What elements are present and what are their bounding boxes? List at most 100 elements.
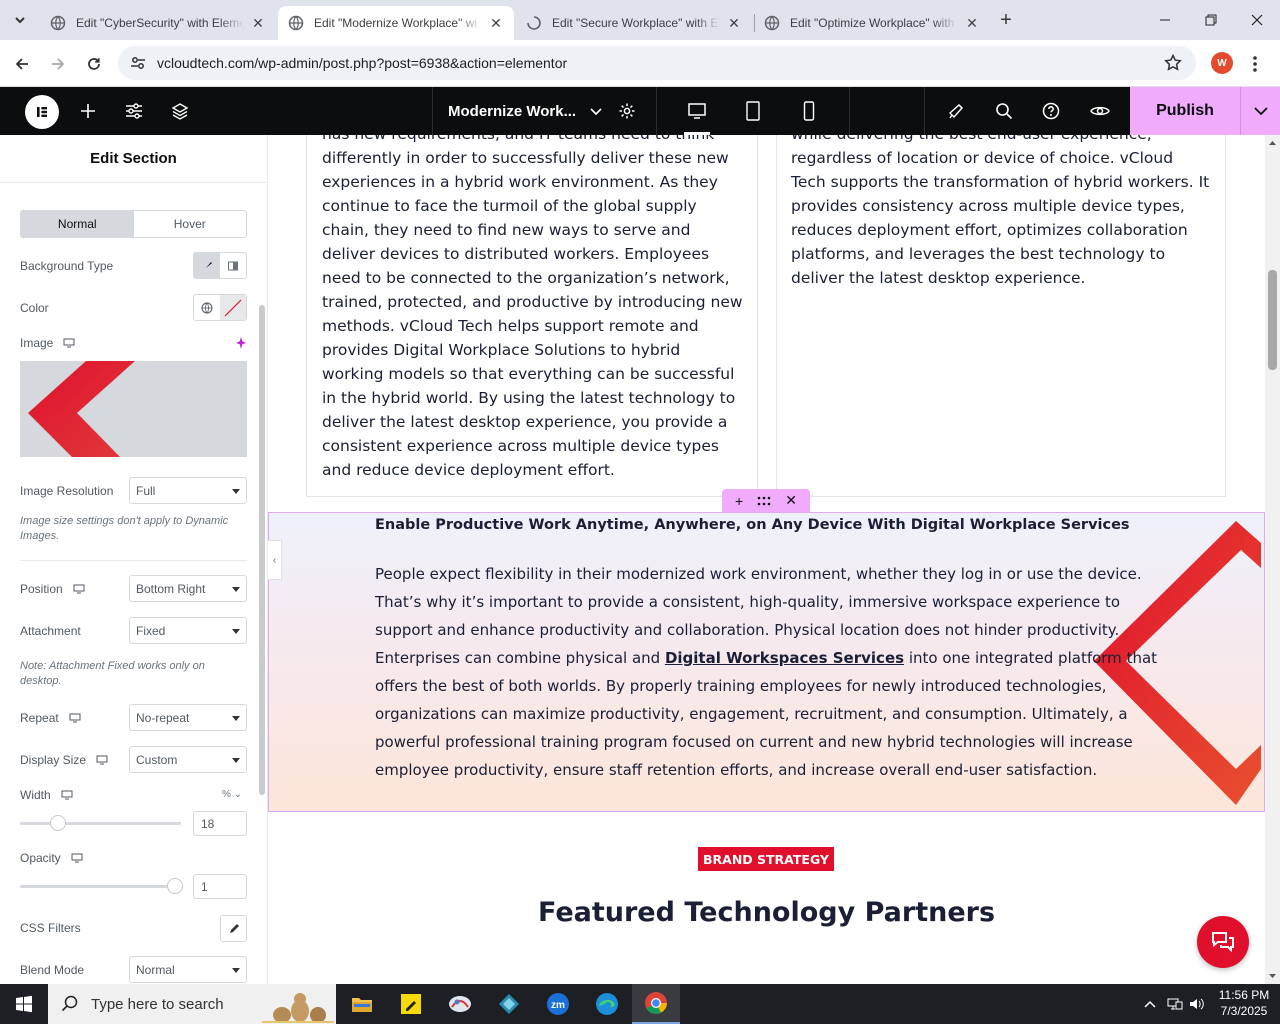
browser-tab-1[interactable]: Edit "CyberSecurity" with Eleme ✕ bbox=[40, 6, 276, 40]
position-select[interactable]: Bottom Right bbox=[129, 575, 247, 602]
section-handle[interactable]: + ✕ bbox=[722, 489, 810, 512]
responsive-desktop-icon[interactable] bbox=[96, 755, 108, 765]
attachment-select[interactable]: Fixed bbox=[129, 617, 247, 644]
opacity-slider[interactable] bbox=[20, 878, 183, 894]
app-diamond-icon[interactable] bbox=[485, 984, 533, 1024]
tab-hover[interactable]: Hover bbox=[134, 211, 247, 237]
site-settings-icon[interactable] bbox=[130, 55, 146, 71]
digital-workspaces-link[interactable]: Digital Workspaces Services bbox=[665, 649, 904, 667]
color-swatch-empty[interactable] bbox=[220, 295, 246, 320]
delete-section-icon[interactable]: ✕ bbox=[785, 492, 797, 509]
attachment-label: Attachment bbox=[20, 624, 81, 638]
close-tab-icon[interactable]: ✕ bbox=[250, 15, 266, 31]
file-explorer-icon[interactable] bbox=[338, 984, 386, 1024]
forward-button[interactable] bbox=[46, 52, 70, 76]
page-scrollbar[interactable] bbox=[1265, 135, 1280, 984]
notes-megaphone-icon[interactable] bbox=[944, 99, 968, 123]
start-button[interactable] bbox=[0, 984, 48, 1024]
taskbar-search-box[interactable]: Type here to search bbox=[48, 984, 336, 1024]
scroll-down-icon[interactable] bbox=[1265, 971, 1280, 981]
gradient-icon[interactable] bbox=[220, 253, 246, 278]
tray-overflow-chevron-icon[interactable] bbox=[1144, 999, 1156, 1009]
width-unit-select[interactable]: % ⌄ bbox=[222, 789, 242, 800]
network-icon[interactable] bbox=[1166, 996, 1184, 1012]
help-icon[interactable] bbox=[1039, 99, 1063, 123]
chat-button[interactable] bbox=[1197, 916, 1249, 968]
preview-eye-icon[interactable] bbox=[1088, 99, 1112, 123]
width-slider[interactable] bbox=[20, 815, 181, 831]
responsive-desktop-icon[interactable] bbox=[63, 338, 75, 348]
drag-handle-icon[interactable] bbox=[757, 496, 771, 506]
opacity-input[interactable]: 1 bbox=[193, 874, 247, 899]
site-settings-sliders-icon[interactable] bbox=[122, 99, 146, 123]
css-filters-edit-button[interactable] bbox=[220, 915, 247, 942]
publish-options-button[interactable] bbox=[1240, 87, 1280, 135]
restore-button[interactable] bbox=[1188, 0, 1234, 40]
minimize-button[interactable] bbox=[1142, 0, 1188, 40]
responsive-desktop-icon[interactable] bbox=[73, 584, 85, 594]
repeat-select[interactable]: No-repeat bbox=[129, 704, 247, 731]
image-resolution-select[interactable]: Full bbox=[129, 477, 247, 504]
taskbar-clock[interactable]: 11:56 PM 7/3/2025 bbox=[1214, 987, 1274, 1019]
tab-normal[interactable]: Normal bbox=[21, 211, 134, 237]
volume-icon[interactable] bbox=[1188, 996, 1206, 1012]
browser-tab-3[interactable]: Edit "Secure Workplace" with El ✕ bbox=[516, 6, 752, 40]
ai-sparkle-icon[interactable] bbox=[234, 336, 248, 350]
close-window-button[interactable] bbox=[1234, 0, 1280, 40]
profile-avatar[interactable]: W bbox=[1211, 52, 1233, 74]
blend-mode-select[interactable]: Normal bbox=[129, 956, 247, 983]
search-icon[interactable] bbox=[992, 99, 1016, 123]
responsive-desktop-icon[interactable] bbox=[69, 713, 81, 723]
add-element-icon[interactable] bbox=[76, 99, 100, 123]
elementor-logo-icon[interactable] bbox=[25, 95, 59, 129]
global-colors-icon[interactable] bbox=[194, 295, 220, 320]
snipping-tool-icon[interactable] bbox=[436, 984, 484, 1024]
new-tab-button[interactable]: + bbox=[994, 8, 1018, 32]
browser-tab-4[interactable]: Edit "Optimize Workplace" with ✕ bbox=[754, 6, 990, 40]
toolbar-divider bbox=[656, 87, 657, 135]
tablet-view-icon[interactable] bbox=[741, 99, 765, 123]
back-button[interactable] bbox=[10, 52, 34, 76]
close-tab-icon[interactable]: ✕ bbox=[488, 15, 504, 31]
address-bar-row: vcloudtech.com/wp-admin/post.php?post=69… bbox=[0, 40, 1280, 87]
close-tab-icon[interactable]: ✕ bbox=[726, 15, 742, 31]
background-image-preview[interactable] bbox=[20, 361, 247, 457]
responsive-desktop-icon[interactable] bbox=[61, 790, 73, 800]
close-tab-icon[interactable]: ✕ bbox=[964, 15, 980, 31]
display-size-select[interactable]: Custom bbox=[129, 746, 247, 773]
image-label: Image bbox=[20, 336, 54, 350]
panel-scrollbar[interactable] bbox=[259, 305, 265, 795]
page-settings-gear-icon[interactable] bbox=[615, 99, 639, 123]
attachment-note: Note: Attachment Fixed works only on des… bbox=[20, 660, 205, 687]
responsive-desktop-icon[interactable] bbox=[71, 853, 83, 863]
background-type-toggle bbox=[193, 252, 247, 279]
chrome-menu-icon[interactable] bbox=[1252, 54, 1258, 74]
reload-icon bbox=[88, 58, 100, 70]
scrollbar-thumb[interactable] bbox=[1268, 270, 1277, 370]
repeat-label-row: Repeat bbox=[20, 711, 81, 725]
reload-button[interactable] bbox=[82, 52, 106, 76]
desktop-view-icon[interactable] bbox=[685, 99, 709, 123]
css-filters-label: CSS Filters bbox=[20, 921, 81, 935]
opacity-slider-thumb[interactable] bbox=[167, 878, 183, 894]
url-text: vcloudtech.com/wp-admin/post.php?post=69… bbox=[157, 55, 568, 71]
document-title[interactable]: Modernize Work... bbox=[448, 87, 602, 135]
layers-icon[interactable] bbox=[168, 99, 192, 123]
browser-tab-2[interactable]: Edit "Modernize Workplace" wi ✕ bbox=[278, 6, 514, 40]
zoom-app-icon[interactable]: zm bbox=[534, 984, 582, 1024]
edge-browser-icon[interactable] bbox=[583, 984, 631, 1024]
sticky-notes-icon[interactable] bbox=[387, 984, 435, 1024]
bookmark-star-icon[interactable] bbox=[1164, 54, 1182, 72]
omnibox[interactable]: vcloudtech.com/wp-admin/post.php?post=69… bbox=[118, 46, 1196, 80]
position-label: Position bbox=[20, 582, 63, 596]
classic-brush-icon[interactable] bbox=[194, 253, 220, 278]
width-input[interactable]: 18 bbox=[193, 811, 247, 836]
publish-button[interactable]: Publish bbox=[1130, 87, 1240, 135]
width-slider-thumb[interactable] bbox=[49, 815, 66, 831]
tab-search-button[interactable] bbox=[8, 8, 32, 32]
panel-collapse-toggle[interactable]: ‹ bbox=[268, 540, 282, 580]
chrome-browser-icon[interactable] bbox=[632, 984, 680, 1024]
scroll-up-icon[interactable] bbox=[1265, 138, 1280, 148]
mobile-view-icon[interactable] bbox=[797, 99, 821, 123]
add-section-icon[interactable]: + bbox=[735, 493, 743, 509]
